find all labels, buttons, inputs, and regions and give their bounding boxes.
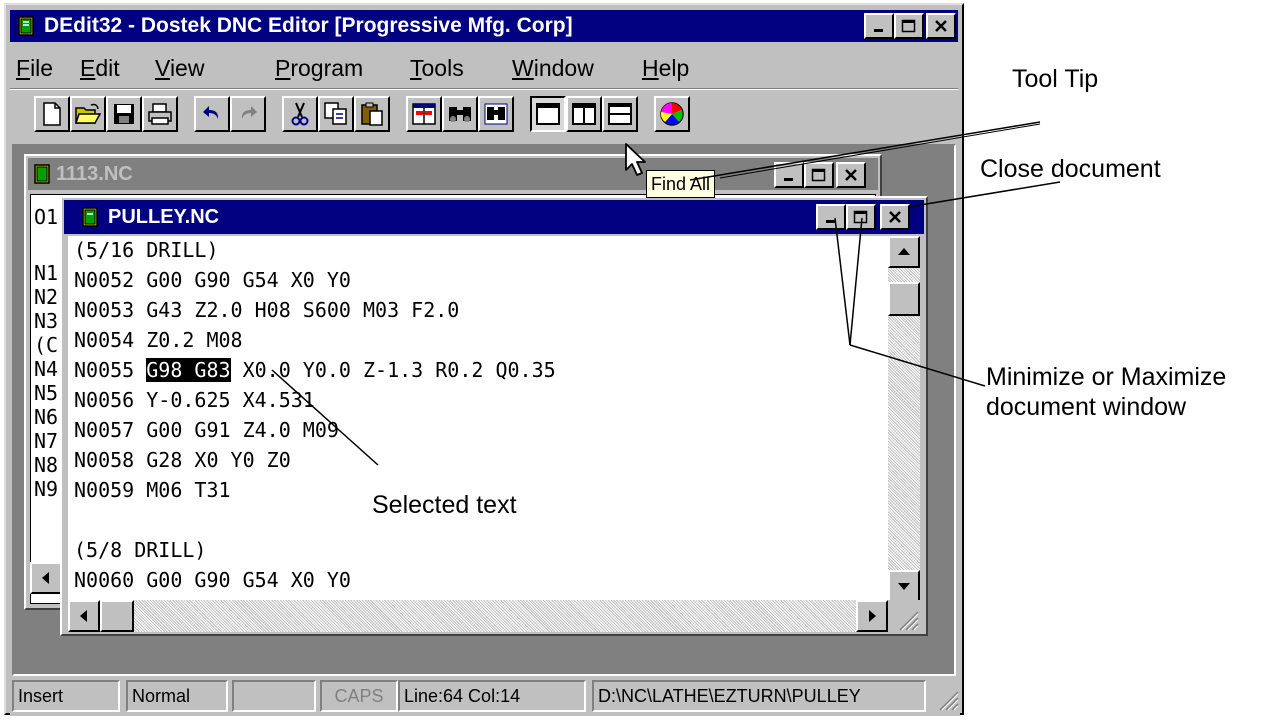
annotation-close-document: Close document (980, 155, 1161, 183)
annotation-minmax-line2: document window (986, 393, 1187, 421)
annotation-minmax-line1: Minimize or Maximize (986, 363, 1227, 391)
annotation-tool-tip: Tool Tip (1012, 65, 1099, 93)
annotation-selected-text: Selected text (372, 491, 517, 519)
